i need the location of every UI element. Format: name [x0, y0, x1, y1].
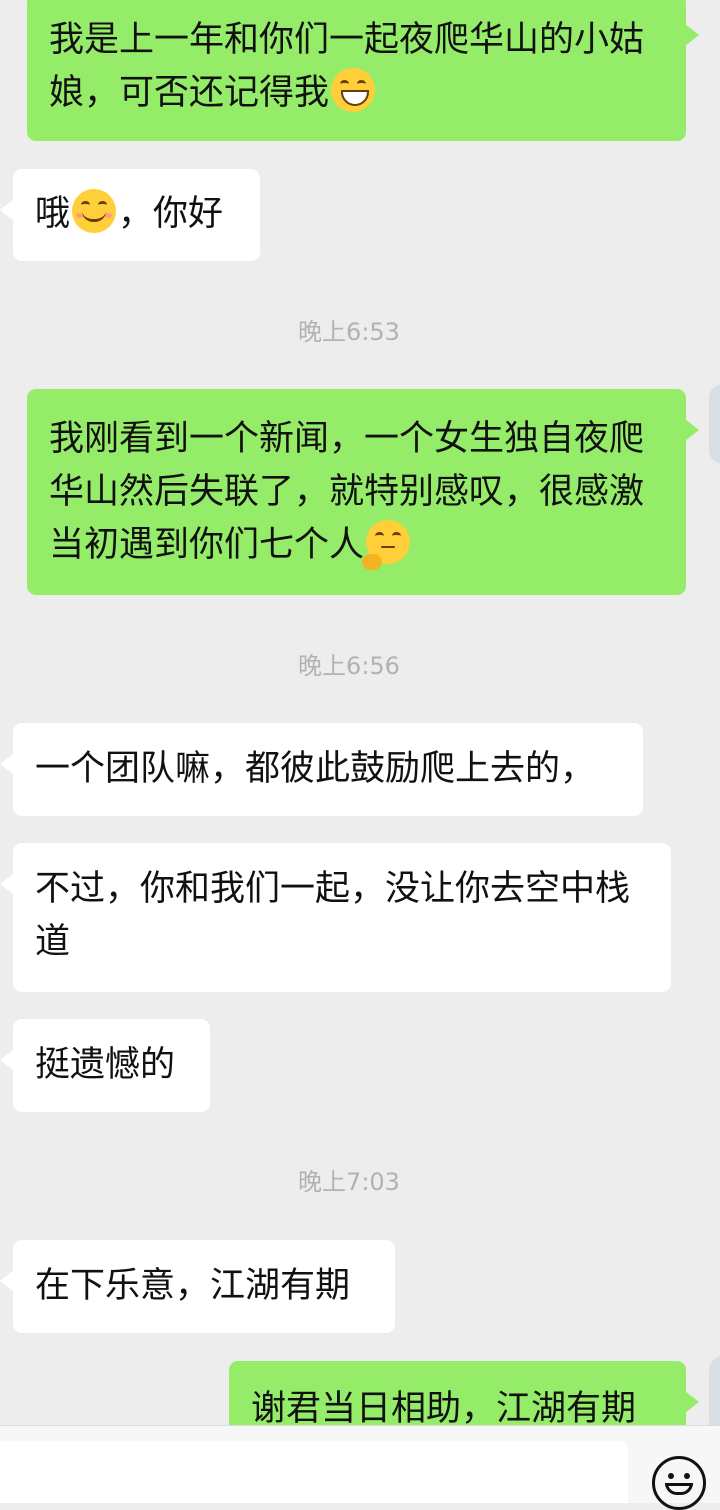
message-bubble-outgoing[interactable]: 我刚看到一个新闻，一个女生独自夜爬华山然后失联了，就特别感叹，很感激当初遇到你们…: [27, 389, 699, 595]
message-bubble-incoming[interactable]: 不过，你和我们一起，没让你去空中栈道: [0, 843, 671, 992]
message-text: 哦: [35, 194, 71, 234]
message-text: 不过，你和我们一起，没让你去空中栈道: [35, 869, 631, 962]
message-text: 谢君当日相助，江湖有期: [251, 1389, 637, 1425]
message-text: 一个团队嘛，都彼此鼓励爬上去的，: [35, 749, 596, 789]
grinning-face-icon: [331, 68, 376, 112]
message-text: 我刚看到一个新闻，一个女生独自夜爬华山然后失联了，就特别感叹，很感激当初遇到你们…: [49, 419, 645, 565]
message-bubble-outgoing[interactable]: 谢君当日相助，江湖有期: [229, 1361, 699, 1425]
message-input[interactable]: [0, 1441, 628, 1503]
message-bubble-incoming[interactable]: 一个团队嘛，都彼此鼓励爬上去的，: [0, 723, 643, 816]
avatar[interactable]: [709, 384, 720, 464]
message-bubble-incoming[interactable]: 挺遗憾的: [0, 1019, 210, 1112]
message-text: 挺遗憾的: [35, 1045, 176, 1085]
thinking-face-icon: [362, 520, 411, 570]
message-bubble-incoming[interactable]: 在下乐意，江湖有期: [0, 1240, 395, 1333]
smiling-face-icon: [72, 189, 117, 233]
avatar[interactable]: [709, 1356, 720, 1425]
input-bar: [0, 1425, 720, 1510]
timestamp: 晚上7:03: [298, 1168, 400, 1196]
timestamp: 晚上6:53: [298, 318, 400, 346]
message-text: 在下乐意，江湖有期: [35, 1266, 351, 1306]
timestamp: 晚上6:56: [298, 652, 400, 680]
message-text: ，你好: [118, 194, 224, 234]
message-bubble-incoming[interactable]: 哦 ，你好: [0, 169, 260, 261]
message-bubble-outgoing[interactable]: 我是上一年和你们一起夜爬华山的小姑娘，可否还记得我: [27, 0, 699, 141]
chat-area[interactable]: 我是上一年和你们一起夜爬华山的小姑娘，可否还记得我 哦 ，你好 晚上6:53 我刚…: [0, 0, 720, 1425]
